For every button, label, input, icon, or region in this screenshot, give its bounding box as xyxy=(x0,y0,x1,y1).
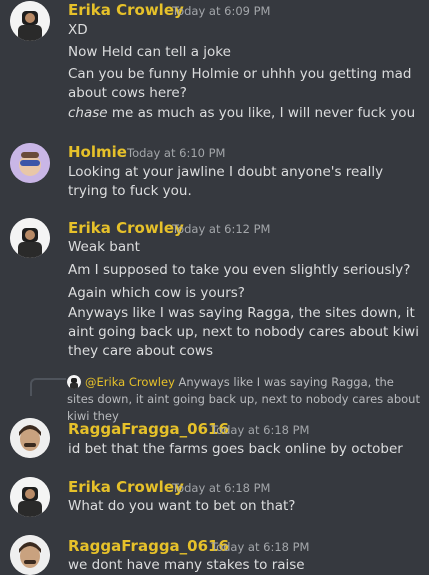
author-name[interactable]: Holmie xyxy=(68,143,127,161)
avatar-image-icon xyxy=(10,535,50,575)
timestamp: Today at 6:18 PM xyxy=(211,423,310,437)
message-text: XD xyxy=(68,22,88,38)
author-name[interactable]: Erika Crowley xyxy=(68,219,184,237)
message-text-rest: me as much as you like, I will never fuc… xyxy=(107,105,416,121)
author-name[interactable]: Erika Crowley xyxy=(68,1,184,19)
message-text: What do you want to bet on that? xyxy=(68,498,296,514)
author-name[interactable]: Erika Crowley xyxy=(68,478,184,496)
reply-connector xyxy=(30,378,66,396)
message-text: id bet that the farms goes back online b… xyxy=(68,441,403,457)
avatar[interactable] xyxy=(10,1,50,41)
avatar[interactable] xyxy=(10,477,50,517)
avatar-image-icon xyxy=(10,143,50,183)
message-text: Now Held can tell a joke xyxy=(68,44,231,60)
timestamp: Today at 6:09 PM xyxy=(172,4,271,18)
timestamp: Today at 6:18 PM xyxy=(172,481,271,495)
avatar[interactable] xyxy=(10,535,50,575)
reply-avatar-icon xyxy=(67,375,81,389)
avatar[interactable] xyxy=(10,218,50,258)
timestamp: Today at 6:12 PM xyxy=(172,222,271,236)
reply-mention[interactable]: @Erika Crowley xyxy=(85,375,175,389)
avatar-image-icon xyxy=(10,1,50,41)
message-text: Weak bant xyxy=(68,239,140,255)
avatar-image-icon xyxy=(10,477,50,517)
message-text: chase me as much as you like, I will nev… xyxy=(68,104,422,123)
message-text: Can you be funny Holmie or uhhh you gett… xyxy=(68,66,412,101)
message-text: Looking at your jawline I doubt anyone's… xyxy=(68,164,384,199)
emphasis-text: chase xyxy=(68,105,108,121)
message-text: Anyways like I was saying Ragga, the sit… xyxy=(68,305,419,359)
author-name[interactable]: RaggaFragga_0616 xyxy=(68,537,229,555)
message-text: Again which cow is yours? xyxy=(68,285,245,301)
timestamp: Today at 6:10 PM xyxy=(127,146,226,160)
message-text: Am I supposed to take you even slightly … xyxy=(68,262,411,278)
avatar[interactable] xyxy=(10,418,50,458)
avatar-image-icon xyxy=(10,418,50,458)
reply-preview[interactable]: @Erika Crowley Anyways like I was saying… xyxy=(67,374,423,425)
avatar-image-icon xyxy=(10,218,50,258)
avatar[interactable] xyxy=(10,143,50,183)
message-text: we dont have many stakes to raise xyxy=(68,557,305,573)
author-name[interactable]: RaggaFragga_0616 xyxy=(68,420,229,438)
timestamp: Today at 6:18 PM xyxy=(211,540,310,554)
